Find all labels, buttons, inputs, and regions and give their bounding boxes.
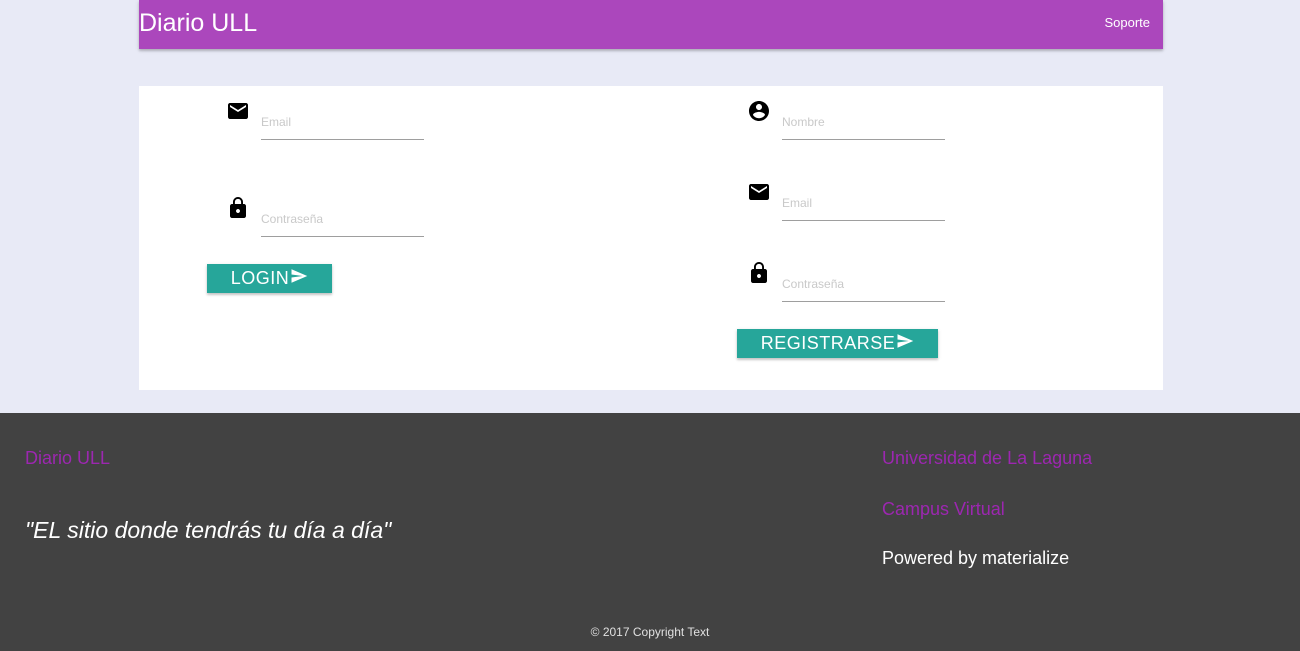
brand-logo[interactable]: Diario ULL [139, 9, 257, 37]
register-button[interactable]: REGISTRARSE [737, 329, 938, 358]
footer-link-campus-virtual[interactable]: Campus Virtual [882, 499, 1005, 519]
account-circle-icon [747, 99, 771, 123]
footer-quote: "EL sitio donde tendrás tu día a día" [25, 517, 392, 543]
footer: Diario ULL "EL sitio donde tendrás tu dí… [0, 413, 1300, 651]
login-password-input[interactable] [261, 202, 424, 237]
copyright-text: © 2017 Copyright Text [590, 625, 710, 639]
support-link[interactable]: Soporte [1104, 15, 1150, 31]
lock-icon [747, 261, 771, 285]
send-icon [291, 268, 308, 283]
login-button-label: LOGIN [230, 268, 290, 288]
mail-icon [747, 180, 771, 204]
register-name-input[interactable] [782, 105, 945, 140]
register-password-field [747, 261, 997, 311]
mail-icon [226, 99, 250, 123]
page: Diario ULL Soporte LOGIN [0, 0, 1300, 651]
navbar: Diario ULL Soporte [139, 0, 1163, 49]
send-icon [897, 333, 914, 348]
footer-powered-by: Powered by materialize [882, 548, 1070, 568]
login-password-field [226, 196, 476, 246]
register-email-field [747, 180, 997, 230]
register-password-input[interactable] [782, 267, 945, 302]
footer-link-universidad[interactable]: Universidad de La Laguna [882, 448, 1092, 468]
forms-card: LOGIN [139, 86, 1163, 390]
footer-title: Diario ULL [25, 448, 111, 468]
register-name-field [747, 99, 997, 149]
register-email-input[interactable] [782, 186, 945, 221]
login-email-input[interactable] [261, 105, 424, 140]
lock-icon [226, 196, 250, 220]
login-email-field [226, 99, 476, 149]
register-button-label: REGISTRARSE [760, 333, 896, 353]
login-button[interactable]: LOGIN [207, 264, 332, 293]
